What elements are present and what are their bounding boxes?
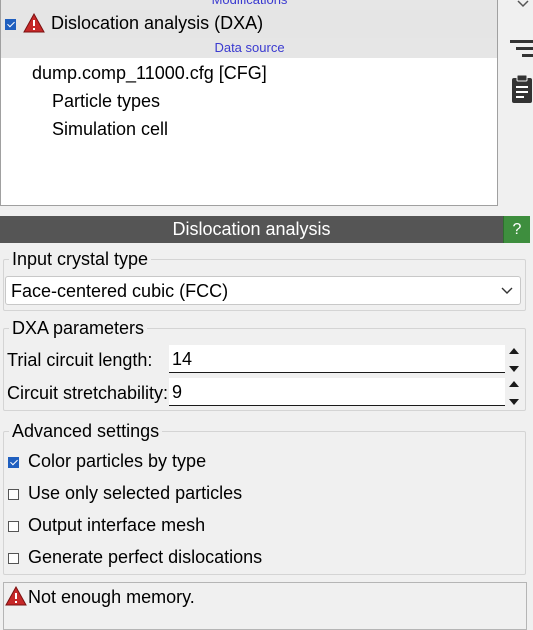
color-by-type-label: Color particles by type — [28, 451, 207, 471]
trial-circuit-spinner-icon[interactable] — [507, 345, 521, 375]
trial-circuit-label: Trial circuit length: — [7, 350, 153, 370]
perfect-dislocations-label: Generate perfect dislocations — [28, 547, 263, 567]
status-box: Not enough memory. — [3, 582, 527, 630]
interface-mesh-checkbox[interactable] — [8, 521, 19, 532]
crystal-type-select[interactable]: Face-centered cubic (FCC) — [5, 276, 521, 305]
status-message: Not enough memory. — [28, 587, 195, 607]
stretchability-spinner-icon[interactable] — [507, 378, 521, 408]
chevron-down-icon[interactable] — [516, 0, 530, 8]
panel-title: Dislocation analysis — [0, 216, 503, 243]
dxa-item-label: Dislocation analysis (DXA) — [51, 13, 264, 33]
pipeline-list: Modifications Dislocation analysis (DXA)… — [0, 0, 498, 206]
interface-mesh-label: Output interface mesh — [28, 515, 206, 535]
crystal-type-value: Face-centered cubic (FCC) — [11, 281, 229, 301]
stretchability-value: 9 — [172, 382, 183, 402]
color-by-type-checkbox[interactable] — [8, 457, 19, 468]
input-crystal-group-title: Input crystal type — [9, 249, 152, 270]
warning-icon — [23, 13, 45, 33]
data-source-header: Data source — [1, 38, 497, 58]
modifications-header: Modifications — [1, 0, 497, 10]
dxa-enable-checkbox[interactable] — [5, 19, 16, 30]
perfect-dislocations-checkbox[interactable] — [8, 553, 19, 564]
help-button[interactable]: ? — [503, 216, 530, 243]
reorder-lines-icon[interactable] — [508, 38, 533, 58]
source-file-item[interactable]: dump.comp_11000.cfg [CFG] — [32, 63, 267, 84]
stretchability-input[interactable]: 9 — [169, 378, 505, 406]
advanced-group-title: Advanced settings — [9, 421, 163, 442]
stretchability-label: Circuit stretchability: — [7, 383, 169, 403]
trial-circuit-value: 14 — [172, 349, 193, 369]
clipboard-icon[interactable] — [510, 74, 533, 104]
chevron-down-icon — [501, 287, 513, 294]
trial-circuit-input[interactable]: 14 — [169, 345, 505, 373]
tree-item-particle-types[interactable]: Particle types — [52, 91, 160, 112]
only-selected-label: Use only selected particles — [28, 483, 243, 503]
pipeline-item-dxa[interactable]: Dislocation analysis (DXA) — [1, 10, 497, 38]
only-selected-checkbox[interactable] — [8, 489, 19, 500]
dxa-params-group-title: DXA parameters — [9, 318, 148, 339]
tree-item-simulation-cell[interactable]: Simulation cell — [52, 119, 168, 140]
warning-icon — [5, 586, 27, 606]
